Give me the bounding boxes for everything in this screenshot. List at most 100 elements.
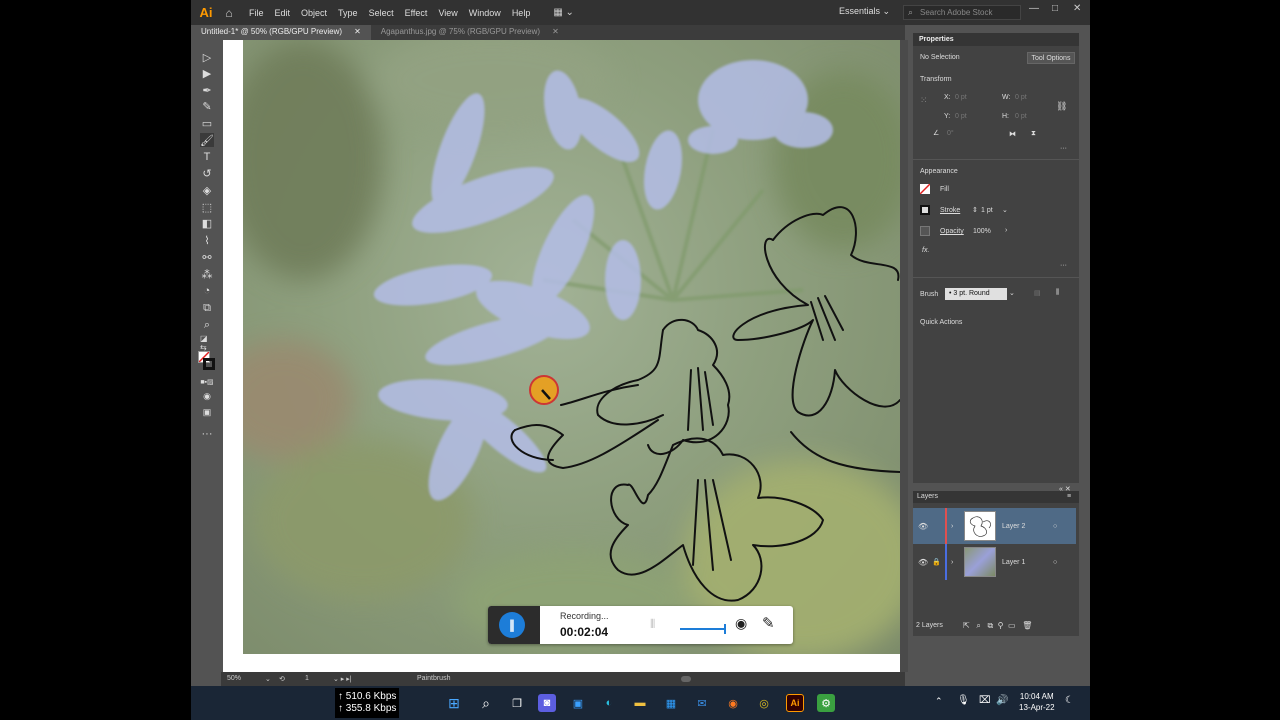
menu-window[interactable]: Window (469, 8, 501, 18)
menu-object[interactable]: Object (301, 8, 327, 18)
tool-options-button[interactable]: Tool Options (1027, 52, 1075, 64)
maximize-icon[interactable]: □ (1052, 3, 1058, 14)
layer-row-layer-2[interactable]: 👁 › Layer 2 ○ (913, 508, 1076, 544)
eraser-tool-icon[interactable]: ◈ (200, 183, 214, 197)
brush-dropdown[interactable]: • 3 pt. Round (945, 288, 1007, 300)
layer-target-icon[interactable]: ○ (1053, 523, 1057, 530)
w-field[interactable]: 0 pt (1015, 94, 1027, 101)
layer-target-icon[interactable]: ○ (1053, 559, 1057, 566)
pen-tool-icon[interactable]: ✒ (200, 83, 214, 97)
curvature-tool-icon[interactable]: ✎ (200, 99, 214, 113)
brush-dropdown-icon[interactable]: ⌄ (1009, 289, 1015, 297)
arrange-documents-icon[interactable]: ▦ ⌄ (553, 7, 574, 18)
rectangle-tool-icon[interactable]: ▭ (200, 116, 214, 130)
artboard-tool-icon[interactable]: ⧉ (200, 301, 214, 315)
transform-more-icon[interactable]: ··· (1060, 145, 1067, 152)
tab-agapanthus[interactable]: Agapanthus.jpg @ 75% (RGB/GPU Preview) ✕ (371, 25, 569, 40)
y-field[interactable]: 0 pt (955, 113, 967, 120)
menu-file[interactable]: File (249, 8, 264, 18)
minimize-icon[interactable]: — (1029, 3, 1039, 14)
direct-selection-tool-icon[interactable]: ▶ (200, 66, 214, 80)
search-icon[interactable]: ⌕ (477, 694, 495, 712)
zoom-level[interactable]: 50% (227, 675, 241, 682)
zoom-dropdown-icon[interactable]: ⌄ (265, 675, 271, 683)
layer-footer-icons[interactable]: ⇱ ⌕ ⧉ ⚲ ▭ 🗑 (963, 621, 1032, 631)
close-icon[interactable]: ✕ (1073, 3, 1081, 14)
expand-layer-icon[interactable]: › (951, 559, 953, 566)
menu-effect[interactable]: Effect (405, 8, 428, 18)
opacity-label[interactable]: Opacity (940, 228, 964, 235)
clock[interactable]: 10:04 AM 13-Apr-22 (1019, 691, 1055, 713)
webcam-icon[interactable]: ◉ (735, 615, 747, 632)
horizontal-scrollbar[interactable] (681, 676, 691, 682)
store-icon[interactable]: ▦ (662, 694, 680, 712)
pause-button[interactable]: ∥ (499, 612, 525, 638)
lock-icon[interactable]: 🔒 (932, 558, 941, 566)
brush-libraries-icon[interactable]: ⫼ (1056, 289, 1059, 297)
network-icon[interactable]: ⌧ (979, 695, 991, 706)
notification-icon[interactable]: ☾ (1065, 695, 1074, 706)
visibility-icon[interactable]: 👁 (918, 558, 928, 567)
zoom-tool-icon[interactable]: ⌕ (200, 318, 214, 332)
more-tools-icon[interactable]: ··· (200, 427, 214, 441)
canvas-area[interactable] (221, 40, 900, 672)
close-tab-icon[interactable]: ✕ (354, 27, 361, 40)
close-tab-icon[interactable]: ✕ (552, 27, 559, 40)
stroke-stepper-icon[interactable]: ⇕ (972, 206, 978, 214)
layer-name[interactable]: Layer 2 (1002, 523, 1025, 530)
screen-mode-icon[interactable]: ▣ (200, 405, 214, 419)
rotate-view-icon[interactable]: ⟲ (279, 675, 285, 683)
menu-view[interactable]: View (438, 8, 457, 18)
draw-pen-icon[interactable]: ✎ (762, 614, 775, 632)
opacity-field[interactable]: 100% (973, 228, 991, 235)
opacity-chevron-icon[interactable]: › (1005, 227, 1007, 234)
volume-icon[interactable]: 🔊 (996, 695, 1008, 706)
layers-menu-icon[interactable]: ≡ (1067, 493, 1071, 500)
layer-row-layer-1[interactable]: 👁 🔒 › Layer 1 ○ (913, 544, 1076, 580)
illustrator-taskbar-icon[interactable]: Ai (786, 694, 804, 712)
stroke-dropdown-icon[interactable]: ⌄ (1002, 206, 1008, 214)
fx-label[interactable]: fx. (922, 247, 929, 254)
free-transform-tool-icon[interactable]: ⬚ (200, 200, 214, 214)
menu-select[interactable]: Select (369, 8, 394, 18)
artboard-nav-icon[interactable]: ⌄ ▸ ▸| (333, 675, 352, 683)
search-stock-input[interactable]: ⌕ Search Adobe Stock (903, 5, 1021, 20)
chrome-icon[interactable]: ◎ (755, 694, 773, 712)
artboard[interactable] (223, 40, 900, 672)
expand-layer-icon[interactable]: › (951, 523, 953, 530)
stroke-weight-field[interactable]: 1 pt (981, 207, 993, 214)
mail-icon[interactable]: ✉ (693, 694, 711, 712)
layer-name[interactable]: Layer 1 (1002, 559, 1025, 566)
appearance-more-icon[interactable]: ··· (1060, 262, 1067, 269)
x-field[interactable]: 0 pt (955, 94, 967, 101)
stroke-label[interactable]: Stroke (940, 207, 960, 214)
eyedropper-tool-icon[interactable]: ⌇ (200, 233, 214, 247)
default-colors-icon[interactable]: ◪ ⇆ (200, 334, 214, 352)
tray-chevron-icon[interactable]: ⌃ (935, 696, 943, 707)
task-view-icon[interactable]: ❐ (508, 694, 526, 712)
symbol-sprayer-tool-icon[interactable]: ⁂ (200, 267, 214, 281)
brush-options-icon[interactable]: ▤ (1034, 289, 1041, 297)
flip-horizontal-icon[interactable]: ⧓ (1009, 130, 1016, 138)
menu-edit[interactable]: Edit (275, 8, 291, 18)
blend-tool-icon[interactable]: ⚯ (200, 250, 214, 264)
recorder-app-icon[interactable]: ⚙ (817, 694, 835, 712)
constrain-proportions-icon[interactable]: ⛓ (1056, 101, 1067, 112)
widgets-icon[interactable]: ▣ (569, 694, 587, 712)
reference-point-icon[interactable]: ⁙ (920, 95, 928, 106)
microphone-icon[interactable]: 🎙 (957, 695, 970, 706)
shape-builder-tool-icon[interactable]: ◧ (200, 216, 214, 230)
tab-untitled-1[interactable]: Untitled-1* @ 50% (RGB/GPU Preview) ✕ (191, 25, 371, 40)
type-tool-icon[interactable]: T (200, 150, 214, 164)
rotate-angle-field[interactable]: 0° (947, 130, 954, 137)
edge-icon[interactable]: ◐ (600, 694, 618, 712)
stroke-color-icon[interactable] (203, 358, 215, 370)
layers-title[interactable]: Layers (917, 493, 938, 500)
collapse-panel-icon[interactable]: « ✕ (1059, 485, 1071, 493)
audio-slider-handle[interactable] (724, 624, 726, 634)
flip-vertical-icon[interactable]: ⧗ (1031, 130, 1036, 138)
rotate-tool-icon[interactable]: ↺ (200, 166, 214, 180)
vertical-scrollbar[interactable] (900, 40, 908, 672)
visibility-icon[interactable]: 👁 (918, 522, 928, 531)
h-field[interactable]: 0 pt (1015, 113, 1027, 120)
